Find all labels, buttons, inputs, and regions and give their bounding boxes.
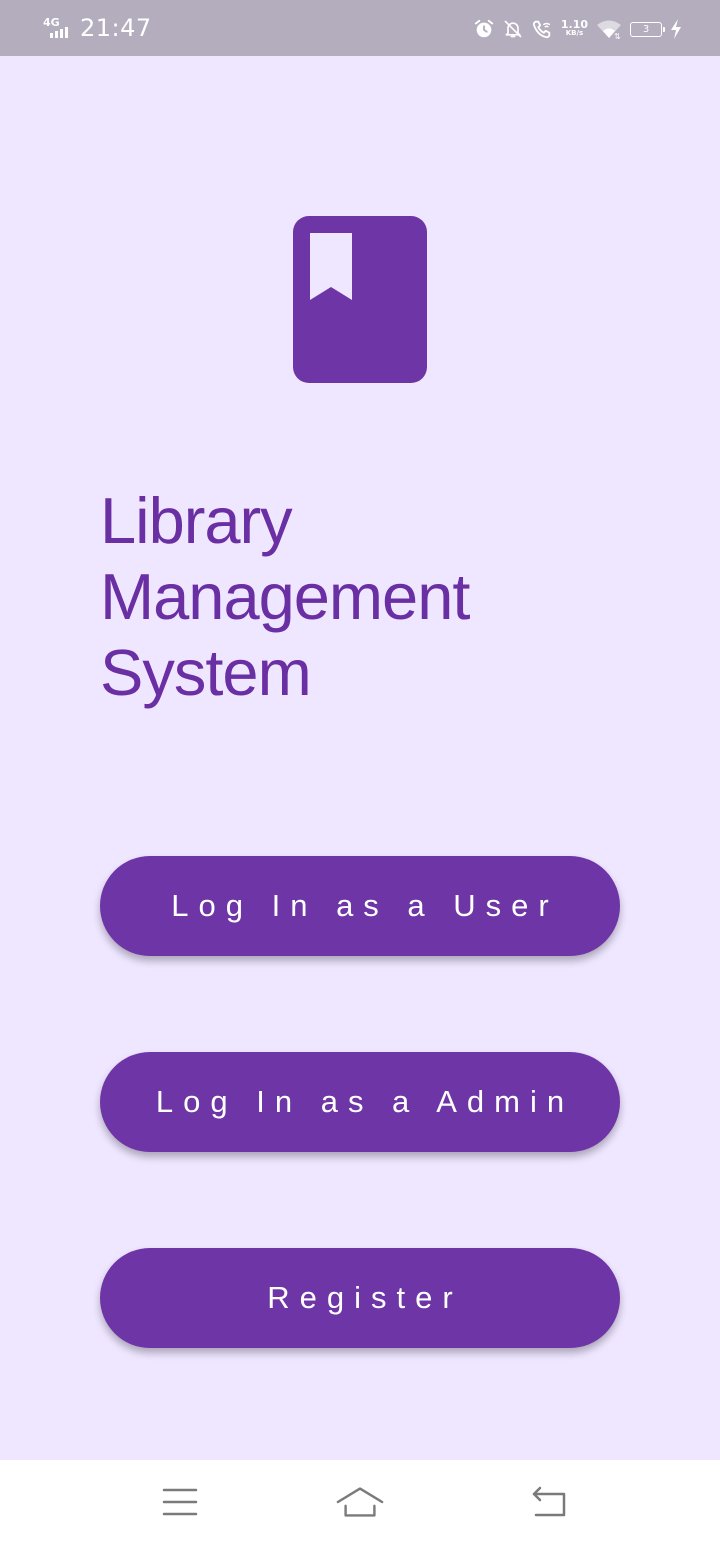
network-speed: 1.10 KB/s bbox=[560, 18, 588, 38]
back-button[interactable] bbox=[524, 1480, 572, 1524]
alarm-icon bbox=[474, 19, 494, 38]
login-user-button[interactable]: Log In as a User bbox=[100, 856, 620, 956]
speed-value: 1.10 bbox=[560, 18, 588, 31]
charging-icon bbox=[671, 19, 681, 39]
app-title-line-3: System bbox=[100, 636, 312, 709]
status-bar: 4G 21:47 1.10 KB/s ⇅ 3 bbox=[0, 0, 720, 56]
home-button[interactable] bbox=[336, 1480, 384, 1524]
register-button[interactable]: Register bbox=[100, 1248, 620, 1348]
signal-icon bbox=[50, 27, 68, 38]
wifi-icon: ⇅ bbox=[597, 20, 621, 40]
home-icon bbox=[336, 1487, 384, 1517]
status-time: 21:47 bbox=[80, 14, 152, 42]
menu-button[interactable] bbox=[156, 1480, 204, 1524]
navigation-bar bbox=[0, 1460, 720, 1544]
login-admin-button[interactable]: Log In as a Admin bbox=[100, 1052, 620, 1152]
battery-level: 3 bbox=[642, 23, 650, 35]
book-bookmark-icon bbox=[293, 216, 427, 383]
status-icons: 1.10 KB/s ⇅ 3 bbox=[473, 15, 682, 43]
speed-unit: KB/s bbox=[565, 29, 584, 37]
back-icon bbox=[532, 1486, 566, 1517]
battery-icon: 3 bbox=[630, 21, 665, 37]
svg-text:⇅: ⇅ bbox=[614, 32, 621, 40]
app-title-line-2: Management bbox=[100, 560, 470, 633]
app-title-line-1: Library bbox=[100, 484, 293, 557]
menu-icon bbox=[162, 1488, 198, 1516]
notifications-off-icon bbox=[504, 20, 522, 38]
app-title: Library Management System bbox=[100, 483, 470, 711]
wifi-calling-icon bbox=[532, 20, 551, 39]
